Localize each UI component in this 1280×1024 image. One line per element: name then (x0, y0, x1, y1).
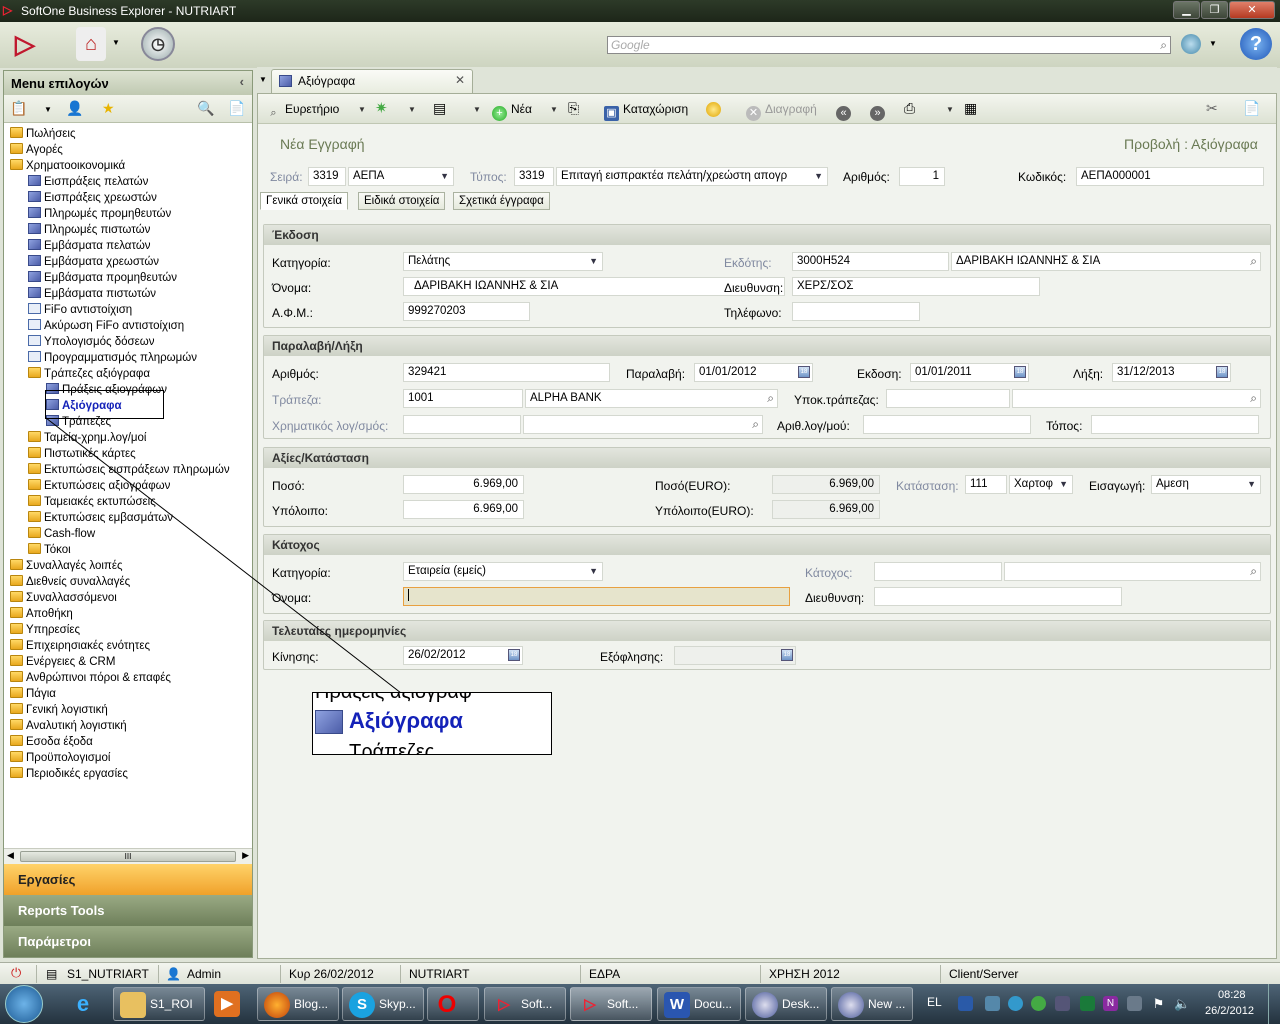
skype-icon: S (349, 991, 375, 1018)
softone-icon: ▷ (584, 995, 596, 1013)
tray-icon[interactable] (1031, 996, 1046, 1011)
tray-icon[interactable] (985, 996, 1000, 1011)
tray-icon[interactable] (1008, 996, 1023, 1011)
softone-icon: ▷ (498, 995, 510, 1013)
zoom-text-above: Πράξεις αξιογράφ (315, 692, 472, 703)
taskbar-ie[interactable]: e (64, 987, 108, 1021)
language-indicator[interactable]: EL (927, 995, 942, 1009)
taskbar-desk[interactable]: Desk... (745, 987, 827, 1021)
taskbar-softone-2[interactable]: ▷ Soft... (570, 987, 652, 1021)
spiral-icon (838, 991, 864, 1018)
module-icon (315, 710, 343, 734)
taskbar-media[interactable]: ▶ (208, 987, 252, 1021)
taskbar-new[interactable]: New ... (831, 987, 913, 1021)
tray-icon[interactable] (1127, 996, 1142, 1011)
windows-taskbar: e S1_ROI ▶ Blog... S Skyp... O ▷ Soft... ▷… (0, 984, 1280, 1024)
tray-network-icon[interactable] (958, 996, 973, 1011)
user-icon: 👤 (166, 967, 181, 981)
internet-explorer-icon: e (76, 990, 90, 1016)
firefox-icon (264, 991, 290, 1018)
taskbar-skype[interactable]: S Skyp... (342, 987, 424, 1021)
callout-line (45, 417, 402, 694)
status-database: S1_NUTRIART (67, 967, 149, 981)
status-bar: ⏻ ▤ S1_NUTRIART 👤 Admin Κυρ 26/02/2012 N… (0, 962, 1280, 984)
taskbar-opera[interactable]: O (427, 987, 479, 1021)
status-user: Admin (187, 967, 222, 981)
database-icon: ▤ (46, 967, 58, 981)
start-button[interactable] (5, 985, 43, 1023)
onenote-icon[interactable]: N (1103, 996, 1118, 1011)
status-mode: Client/Server (949, 967, 1019, 981)
tray-icon[interactable] (1080, 996, 1095, 1011)
zoom-text-below: Τράπεζες (349, 741, 435, 755)
status-branch: ΕΔΡΑ (589, 967, 621, 981)
status-company: NUTRIART (409, 967, 470, 981)
tray-icon[interactable] (1055, 996, 1070, 1011)
clock-date[interactable]: 26/2/2012 (1205, 1005, 1254, 1017)
taskbar-explorer[interactable]: S1_ROI (113, 987, 205, 1021)
clock-time[interactable]: 08:28 (1218, 989, 1246, 1001)
taskbar-word[interactable]: W Docu... (657, 987, 741, 1021)
zoom-callout: Πράξεις αξιογράφ Αξιόγραφα Τράπεζες (312, 692, 552, 755)
status-date: Κυρ 26/02/2012 (289, 967, 374, 981)
status-year: ΧΡΗΣΗ 2012 (769, 967, 840, 981)
taskbar-firefox[interactable]: Blog... (257, 987, 339, 1021)
spiral-icon (752, 991, 778, 1018)
volume-icon[interactable]: 🔈 (1174, 996, 1190, 1011)
show-desktop-button[interactable] (1268, 984, 1280, 1024)
opera-icon: O (437, 990, 457, 1018)
word-icon: W (664, 991, 690, 1018)
power-icon[interactable]: ⏻ (11, 965, 21, 981)
media-player-icon: ▶ (214, 990, 240, 1017)
taskbar-softone-1[interactable]: ▷ Soft... (484, 987, 566, 1021)
flag-icon[interactable]: ⚑ (1151, 996, 1166, 1011)
zoom-text-main: Αξιόγραφα (349, 708, 463, 733)
folder-icon (120, 991, 146, 1018)
